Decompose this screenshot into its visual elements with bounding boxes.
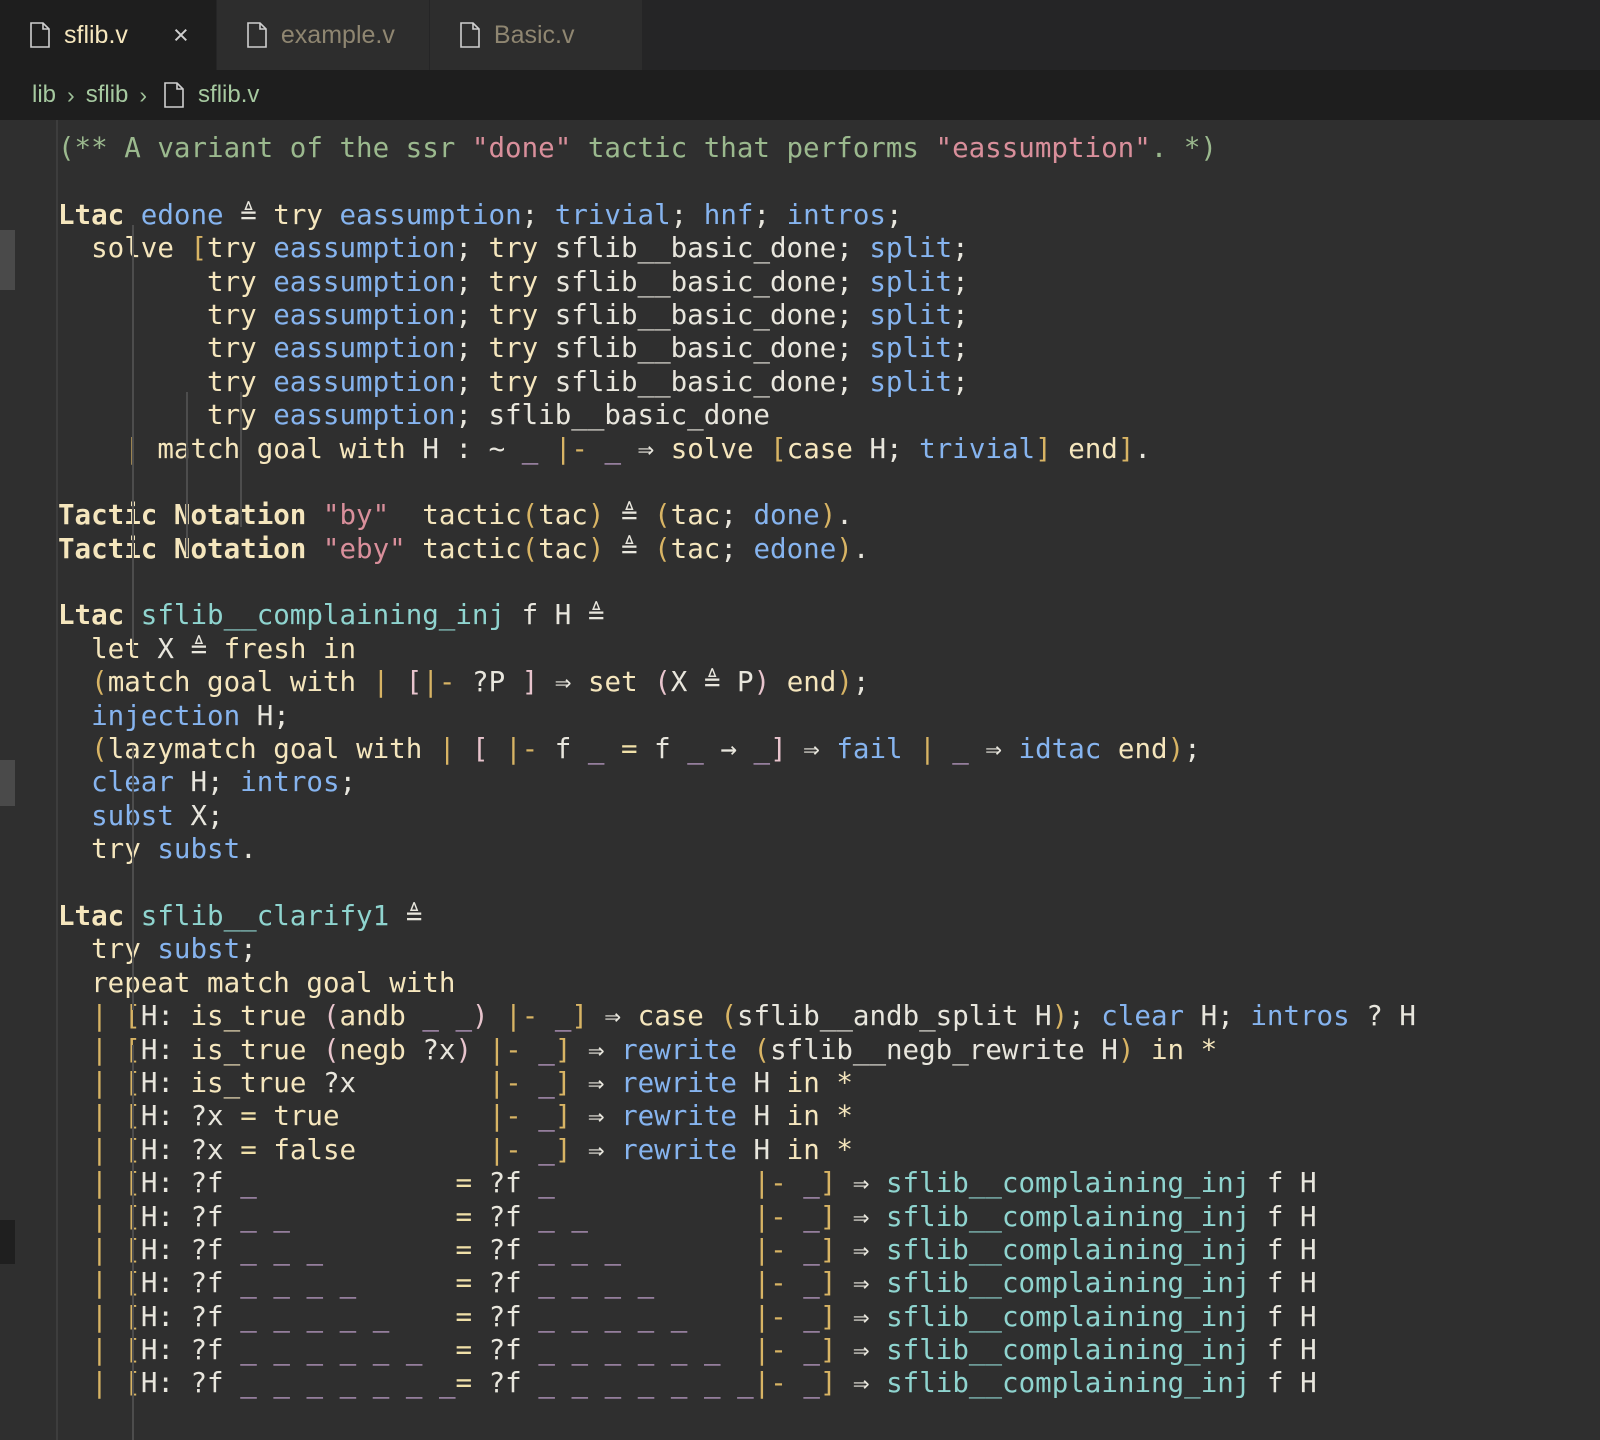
code-line[interactable]: | [H: ?f _ _ = ?f _ _ |- _] ⇒ sflib__com…: [58, 1201, 1600, 1234]
code-line[interactable]: subst X;: [58, 800, 1600, 833]
code-line[interactable]: try subst.: [58, 833, 1600, 866]
code-line[interactable]: let X ≜ fresh in: [58, 633, 1600, 666]
code-line[interactable]: try subst;: [58, 933, 1600, 966]
code-line[interactable]: Tactic Notation "eby" tactic(tac) ≜ (tac…: [58, 533, 1600, 566]
code-line[interactable]: try eassumption; sflib__basic_done: [58, 399, 1600, 432]
indent-guide: [240, 392, 242, 527]
code-line[interactable]: clear H; intros;: [58, 766, 1600, 799]
code-line[interactable]: | [H: ?x = true |- _] ⇒ rewrite H in *: [58, 1100, 1600, 1133]
code-content[interactable]: (** A variant of the ssr "done" tactic t…: [58, 120, 1600, 1440]
overview-mark: [0, 760, 15, 806]
tab-label: example.v: [280, 20, 395, 49]
code-line[interactable]: [58, 867, 1600, 900]
code-line[interactable]: try eassumption; try sflib__basic_done; …: [58, 266, 1600, 299]
code-line[interactable]: | [H: ?f _ _ _ _ = ?f _ _ _ _ |- _] ⇒ sf…: [58, 1267, 1600, 1300]
code-line[interactable]: Ltac edone ≜ try eassumption; trivial; h…: [58, 199, 1600, 232]
tab-example-v[interactable]: example.v: [216, 0, 430, 70]
file-icon: [164, 82, 184, 108]
tab-label: Basic.v: [493, 20, 575, 49]
chevron-right-icon: ›: [67, 81, 75, 108]
indent-guide: [132, 1045, 134, 1440]
tab-label: sflib.v: [64, 20, 128, 49]
code-line[interactable]: [58, 466, 1600, 499]
code-line[interactable]: | [H: ?f _ = ?f _ |- _] ⇒ sflib__complai…: [58, 1167, 1600, 1200]
code-line[interactable]: Ltac sflib__complaining_inj f H ≜: [58, 599, 1600, 632]
code-line[interactable]: Ltac sflib__clarify1 ≜: [58, 900, 1600, 933]
indent-guide: [132, 225, 134, 650]
code-line[interactable]: repeat match goal with: [58, 967, 1600, 1000]
code-line[interactable]: | [H: ?f _ _ _ _ _ _ = ?f _ _ _ _ _ _ |-…: [58, 1334, 1600, 1367]
file-icon: [460, 22, 480, 48]
tab-sflib-v[interactable]: sflib.v ×: [0, 0, 217, 70]
code-line[interactable]: injection H;: [58, 700, 1600, 733]
code-line[interactable]: (lazymatch goal with | [ |- f _ = f _ → …: [58, 733, 1600, 766]
breadcrumb-item-lib[interactable]: lib: [32, 81, 56, 109]
file-icon: [30, 22, 50, 48]
code-line[interactable]: Tactic Notation "by" tactic(tac) ≜ (tac;…: [58, 499, 1600, 532]
code-line[interactable]: try eassumption; try sflib__basic_done; …: [58, 332, 1600, 365]
breadcrumb-item-file[interactable]: sflib.v: [198, 81, 259, 109]
close-icon[interactable]: ×: [168, 21, 194, 49]
overview-ruler[interactable]: [0, 120, 15, 1440]
code-line[interactable]: try eassumption; try sflib__basic_done; …: [58, 366, 1600, 399]
chevron-right-icon: ›: [139, 81, 148, 108]
breadcrumb: lib › sflib › sflib.v: [0, 70, 1600, 120]
code-line[interactable]: [58, 566, 1600, 599]
code-line[interactable]: | [H: is_true (andb _ _) |- _] ⇒ case (s…: [58, 1000, 1600, 1033]
code-line[interactable]: | [H: is_true (negb ?x) |- _] ⇒ rewrite …: [58, 1034, 1600, 1067]
code-line[interactable]: | [H: ?x = false |- _] ⇒ rewrite H in *: [58, 1134, 1600, 1167]
code-line[interactable]: | [H: ?f _ _ _ _ _ = ?f _ _ _ _ _ |- _] …: [58, 1301, 1600, 1334]
file-icon: [247, 22, 267, 48]
editor-tab-bar: sflib.v × example.v Basic.v: [0, 0, 1600, 70]
code-line[interactable]: solve [try eassumption; try sflib__basic…: [58, 232, 1600, 265]
code-line[interactable]: [58, 165, 1600, 198]
editor-gutter: [15, 120, 58, 1440]
overview-mark: [0, 1220, 15, 1264]
indent-guide: [132, 745, 134, 1010]
code-line[interactable]: | [H: is_true ?x |- _] ⇒ rewrite H in *: [58, 1067, 1600, 1100]
breadcrumb-item-sflib[interactable]: sflib: [86, 81, 129, 109]
code-line[interactable]: (** A variant of the ssr "done" tactic t…: [58, 132, 1600, 165]
code-line[interactable]: (match goal with | [|- ?P ] ⇒ set (X ≜ P…: [58, 666, 1600, 699]
code-editor[interactable]: (** A variant of the ssr "done" tactic t…: [0, 120, 1600, 1440]
indent-guide: [186, 392, 188, 557]
overview-mark: [0, 230, 15, 290]
code-line[interactable]: try eassumption; try sflib__basic_done; …: [58, 299, 1600, 332]
code-line[interactable]: | [H: ?f _ _ _ _ _ _ _= ?f _ _ _ _ _ _ _…: [58, 1367, 1600, 1400]
code-line[interactable]: | [H: ?f _ _ _ = ?f _ _ _ |- _] ⇒ sflib_…: [58, 1234, 1600, 1267]
tab-basic-v[interactable]: Basic.v: [429, 0, 643, 70]
code-line[interactable]: | match goal with H : ~ _ |- _ ⇒ solve […: [58, 433, 1600, 466]
